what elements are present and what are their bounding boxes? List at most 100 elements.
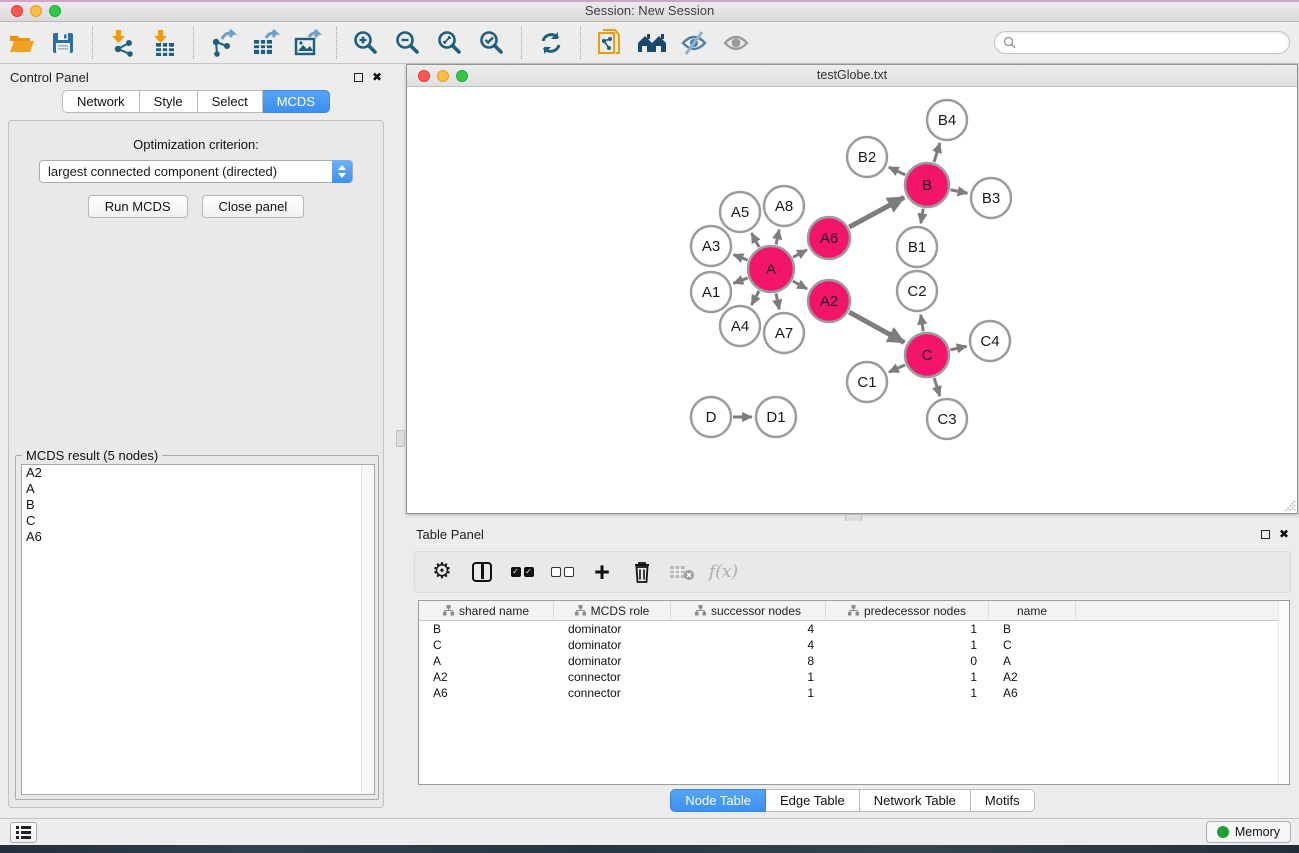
table-row[interactable]: Bdominator41B <box>419 621 1289 637</box>
save-session-icon[interactable] <box>46 26 80 60</box>
tab-mcds[interactable]: MCDS <box>263 90 330 113</box>
edge-A-A7[interactable] <box>776 293 779 309</box>
select-all-columns-icon[interactable]: ✓✓ <box>509 557 535 587</box>
open-session-icon[interactable] <box>4 26 38 60</box>
tab-node-table[interactable]: Node Table <box>670 789 766 812</box>
node-C4[interactable]: C4 <box>970 321 1010 361</box>
table-scrollbar[interactable] <box>1278 601 1289 784</box>
edge-A-A3[interactable] <box>733 255 747 260</box>
edge-A-A2[interactable] <box>793 281 807 289</box>
hide-selected-icon[interactable] <box>677 26 711 60</box>
result-item[interactable]: C <box>22 513 374 529</box>
node-D1[interactable]: D1 <box>756 397 796 437</box>
zoom-selected-icon[interactable] <box>475 26 509 60</box>
network-graph[interactable]: B4B2BB3A5A8A6B1A3AC2A1A2A4A7C4CC1DD1C3 <box>407 87 1297 513</box>
node-D[interactable]: D <box>691 397 731 437</box>
close-window-button[interactable] <box>11 5 23 17</box>
node-B3[interactable]: B3 <box>971 178 1011 218</box>
edge-B-B4[interactable] <box>934 143 940 162</box>
mcds-result-list[interactable]: A2ABCA6 <box>21 464 375 795</box>
result-item[interactable]: A <box>22 481 374 497</box>
tab-edge-table[interactable]: Edge Table <box>766 789 860 812</box>
node-C1[interactable]: C1 <box>847 362 887 402</box>
result-item[interactable]: A6 <box>22 529 374 545</box>
result-list-scrollbar[interactable] <box>361 465 374 794</box>
node-A5[interactable]: A5 <box>720 192 760 232</box>
table-body[interactable]: Bdominator41BCdominator41CAdominator80AA… <box>419 621 1289 701</box>
node-A1[interactable]: A1 <box>691 272 731 312</box>
result-item[interactable]: B <box>22 497 374 513</box>
column-header-predecessor-nodes[interactable]: predecessor nodes <box>826 601 989 620</box>
export-table-icon[interactable] <box>248 26 282 60</box>
table-row[interactable]: A2connector11A2 <box>419 669 1289 685</box>
zoom-in-icon[interactable] <box>349 26 383 60</box>
table-row[interactable]: Cdominator41C <box>419 637 1289 653</box>
search-input[interactable] <box>1021 33 1289 52</box>
edge-A-A6[interactable] <box>793 250 807 257</box>
tab-motifs[interactable]: Motifs <box>971 789 1035 812</box>
zoom-window-button[interactable] <box>49 5 61 17</box>
network-close-button[interactable] <box>418 70 430 82</box>
show-panels-button[interactable] <box>10 822 37 843</box>
node-B1[interactable]: B1 <box>897 227 937 267</box>
new-network-from-selection-icon[interactable] <box>593 26 627 60</box>
close-panel-icon[interactable]: ✖ <box>372 72 382 82</box>
delete-column-icon[interactable] <box>629 557 655 587</box>
show-all-icon[interactable] <box>719 26 753 60</box>
show-columns-icon[interactable] <box>469 557 495 587</box>
edge-C-C1[interactable] <box>889 365 905 372</box>
table-header-row[interactable]: shared nameMCDS rolesuccessor nodesprede… <box>419 601 1289 621</box>
column-header-name[interactable]: name <box>989 601 1076 620</box>
export-network-icon[interactable] <box>206 26 240 60</box>
node-A[interactable]: A <box>748 246 794 292</box>
edge-C-C2[interactable] <box>921 315 924 332</box>
table-row[interactable]: Adominator80A <box>419 653 1289 669</box>
table-settings-gear-icon[interactable]: ⚙ <box>429 557 455 587</box>
search-field[interactable] <box>994 31 1290 54</box>
deselect-all-columns-icon[interactable] <box>549 557 575 587</box>
zoom-fit-icon[interactable] <box>433 26 467 60</box>
node-A7[interactable]: A7 <box>764 313 804 353</box>
export-image-icon[interactable] <box>290 26 324 60</box>
apply-preferred-layout-icon[interactable] <box>534 26 568 60</box>
column-header-successor-nodes[interactable]: successor nodes <box>671 601 826 620</box>
edge-A-A5[interactable] <box>751 233 759 247</box>
tab-network[interactable]: Network <box>62 90 140 113</box>
minimize-window-button[interactable] <box>30 5 42 17</box>
zoom-out-icon[interactable] <box>391 26 425 60</box>
network-canvas[interactable]: B4B2BB3A5A8A6B1A3AC2A1A2A4A7C4CC1DD1C3 <box>407 87 1297 513</box>
add-column-icon[interactable]: + <box>589 557 615 587</box>
edge-C-C3[interactable] <box>934 378 940 396</box>
tab-select[interactable]: Select <box>198 90 263 113</box>
node-B4[interactable]: B4 <box>927 100 967 140</box>
edge-C-C4[interactable] <box>950 346 966 350</box>
memory-button[interactable]: Memory <box>1206 821 1291 843</box>
network-zoom-button[interactable] <box>456 70 468 82</box>
first-neighbors-icon[interactable] <box>635 26 669 60</box>
edge-A-A8[interactable] <box>776 230 779 245</box>
import-network-icon[interactable] <box>105 26 139 60</box>
edge-A-A1[interactable] <box>733 278 747 283</box>
node-B[interactable]: B <box>905 163 949 207</box>
node-A4[interactable]: A4 <box>720 306 760 346</box>
edge-A2-C[interactable] <box>849 312 904 342</box>
node-table[interactable]: shared nameMCDS rolesuccessor nodesprede… <box>418 600 1290 785</box>
table-row[interactable]: A6connector11A6 <box>419 685 1289 701</box>
network-window-titlebar[interactable]: testGlobe.txt <box>407 65 1297 87</box>
tab-style[interactable]: Style <box>140 90 198 113</box>
node-A3[interactable]: A3 <box>691 226 731 266</box>
column-header-MCDS-role[interactable]: MCDS role <box>554 601 671 620</box>
node-A2[interactable]: A2 <box>808 280 850 322</box>
close-panel-button[interactable]: Close panel <box>202 195 305 218</box>
vertical-divider-grip[interactable] <box>396 430 405 447</box>
node-C2[interactable]: C2 <box>897 271 937 311</box>
node-A6[interactable]: A6 <box>808 217 850 259</box>
tab-network-table[interactable]: Network Table <box>860 789 971 812</box>
network-minimize-button[interactable] <box>437 70 449 82</box>
edge-A-A4[interactable] <box>751 291 759 305</box>
edge-A6-B[interactable] <box>849 197 904 227</box>
table-float-icon[interactable] <box>1261 530 1270 539</box>
float-panel-icon[interactable] <box>354 73 363 82</box>
node-A8[interactable]: A8 <box>764 186 804 226</box>
table-close-icon[interactable]: ✖ <box>1279 529 1289 539</box>
